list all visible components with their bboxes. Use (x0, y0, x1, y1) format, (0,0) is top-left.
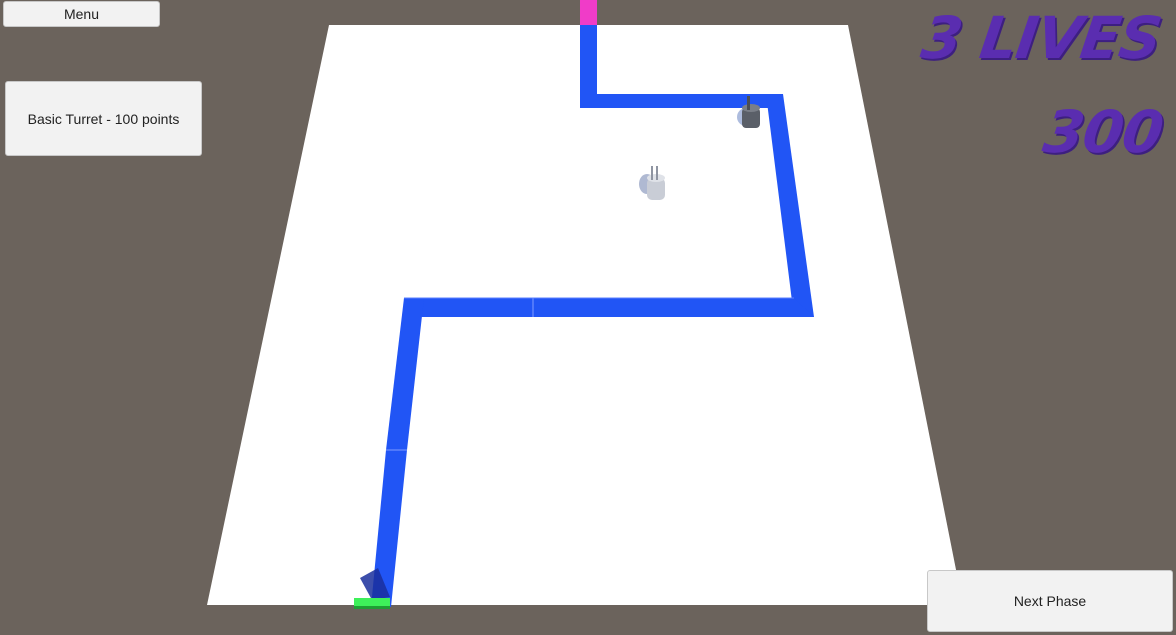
next-phase-button[interactable]: Next Phase (927, 570, 1173, 632)
score-counter: 300 (1039, 98, 1167, 166)
menu-button[interactable]: Menu (3, 1, 160, 27)
spawn-marker (580, 0, 597, 25)
lives-counter: 3 LIVES (916, 4, 1165, 72)
basic-turret-button[interactable]: Basic Turret - 100 points (5, 81, 202, 156)
